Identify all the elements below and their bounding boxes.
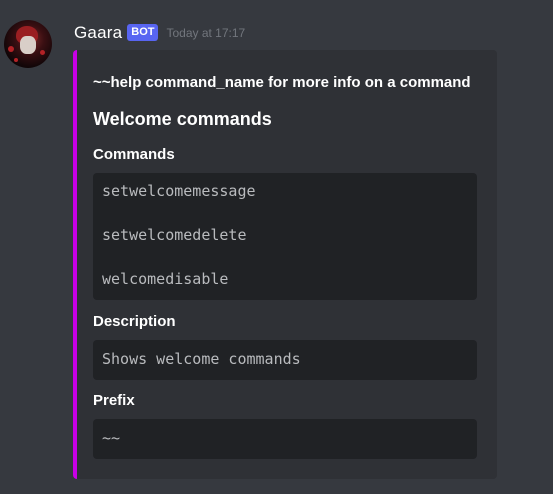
code-line: Shows welcome commands <box>102 350 301 368</box>
field-name-commands: Commands <box>93 146 175 163</box>
avatar-face <box>20 36 36 54</box>
username[interactable]: Gaara <box>74 23 122 43</box>
code-line: ~~ <box>102 429 121 447</box>
embed-title: Welcome commands <box>93 109 272 129</box>
avatar-detail <box>14 58 18 62</box>
embed: ~~help command_name for more info on a c… <box>73 50 497 479</box>
codeblock-description: Shows welcome commands <box>93 340 477 380</box>
chat-message: Gaara BOT Today at 17:17 ~~help command_… <box>0 0 553 494</box>
code-line: welcomedisable <box>102 270 229 288</box>
avatar-detail <box>40 50 45 55</box>
message-header: Gaara BOT Today at 17:17 <box>74 22 245 44</box>
field-name-description: Description <box>93 313 176 330</box>
bot-tag: BOT <box>127 23 159 41</box>
avatar[interactable] <box>4 20 52 68</box>
embed-author: ~~help command_name for more info on a c… <box>93 74 471 91</box>
field-name-prefix: Prefix <box>93 392 135 409</box>
code-line: setwelcomemessage <box>102 182 256 200</box>
codeblock-prefix: ~~ <box>93 419 477 459</box>
timestamp[interactable]: Today at 17:17 <box>166 26 245 40</box>
avatar-detail <box>8 46 14 52</box>
code-line: setwelcomedelete <box>102 226 247 244</box>
codeblock-commands: setwelcomemessage setwelcomedelete welco… <box>93 173 477 300</box>
